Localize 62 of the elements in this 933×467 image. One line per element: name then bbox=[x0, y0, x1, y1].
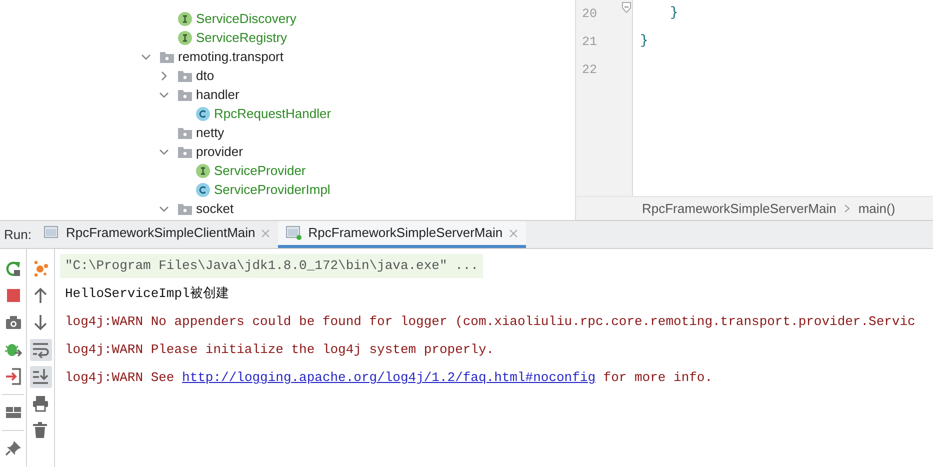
folder-icon bbox=[178, 88, 192, 100]
tree-item[interactable]: ServiceProvider bbox=[214, 160, 306, 180]
tree-item[interactable]: provider bbox=[196, 142, 243, 162]
chevron-right-icon[interactable] bbox=[159, 70, 169, 80]
tree-item[interactable]: ServiceProviderImpl bbox=[214, 180, 330, 200]
bug-icon bbox=[4, 341, 22, 358]
tree-item[interactable]: ServiceRegistry bbox=[196, 28, 288, 48]
class-icon bbox=[196, 182, 210, 196]
console-icon bbox=[44, 226, 60, 240]
chevron-down-icon[interactable] bbox=[159, 90, 169, 100]
console-line: HelloServiceImpl被创建 bbox=[64, 285, 230, 304]
folder-icon bbox=[178, 202, 192, 214]
fold-icon[interactable] bbox=[622, 2, 631, 13]
arrow-down-icon bbox=[32, 314, 49, 331]
arrow-up-icon bbox=[32, 287, 49, 304]
breadcrumb-item[interactable]: main() bbox=[858, 198, 896, 218]
code-line: } bbox=[670, 4, 678, 23]
scroll-to-end-icon bbox=[32, 368, 49, 385]
log-link[interactable]: http://logging.apache.org/log4j/1.2/faq.html#noconfig bbox=[182, 368, 596, 388]
line-number: 22 bbox=[582, 62, 598, 79]
layout-icon bbox=[4, 404, 22, 421]
toolbar-button[interactable] bbox=[30, 338, 52, 360]
spark-icon bbox=[32, 260, 49, 277]
breadcrumb-item[interactable]: RpcFrameworkSimpleServerMain bbox=[642, 198, 836, 218]
soft-wrap-icon bbox=[32, 341, 49, 358]
chevron-down-icon[interactable] bbox=[141, 52, 151, 62]
interface-icon bbox=[178, 12, 192, 26]
console-line: log4j:WARN See http://logging.apache.org/log4j/1.2/faq.html#noconfig for more info. bbox=[60, 366, 718, 390]
tree-item[interactable]: remoting.transport bbox=[178, 46, 284, 66]
print-icon bbox=[32, 395, 49, 412]
tree-item[interactable]: RpcRequestHandler bbox=[214, 104, 332, 124]
stop-icon bbox=[4, 287, 22, 304]
interface-icon bbox=[178, 30, 192, 44]
chevron-down-icon[interactable] bbox=[159, 146, 169, 156]
class-icon bbox=[196, 106, 210, 120]
run-tab[interactable]: RpcFrameworkSimpleServerMain bbox=[278, 221, 526, 248]
pin-icon bbox=[4, 440, 22, 457]
line-number: 21 bbox=[582, 34, 598, 51]
toolbar-button[interactable] bbox=[30, 366, 52, 388]
folder-icon bbox=[178, 146, 192, 158]
tree-item[interactable]: socket bbox=[196, 198, 234, 218]
tree-item[interactable]: dto bbox=[196, 66, 214, 86]
tree-item[interactable]: handler bbox=[196, 84, 240, 104]
run-label: Run: bbox=[3, 226, 32, 244]
code-line: } bbox=[640, 32, 648, 51]
console-line: log4j:WARN No appenders could be found for logger (com.xiaoliuliu.rpc.core.remoting.transport.provider.Servic bbox=[64, 313, 916, 332]
exit-icon bbox=[4, 368, 22, 385]
camera-icon bbox=[4, 314, 22, 331]
folder-icon bbox=[160, 50, 174, 62]
line-number: 20 bbox=[582, 6, 598, 23]
trash-icon bbox=[32, 422, 49, 439]
interface-icon bbox=[196, 164, 210, 178]
tree-item[interactable]: netty bbox=[196, 122, 224, 142]
folder-icon bbox=[178, 126, 192, 138]
tree-item[interactable]: ServiceDiscovery bbox=[196, 8, 296, 28]
chevron-down-icon[interactable] bbox=[159, 204, 169, 214]
rerun-icon bbox=[4, 260, 22, 277]
folder-icon bbox=[178, 70, 192, 82]
run-tab[interactable]: RpcFrameworkSimpleClientMain bbox=[36, 221, 278, 248]
console-line: log4j:WARN Please initialize the log4j system properly. bbox=[64, 341, 496, 360]
chevron-right-icon bbox=[844, 204, 850, 213]
console-icon bbox=[286, 226, 302, 240]
